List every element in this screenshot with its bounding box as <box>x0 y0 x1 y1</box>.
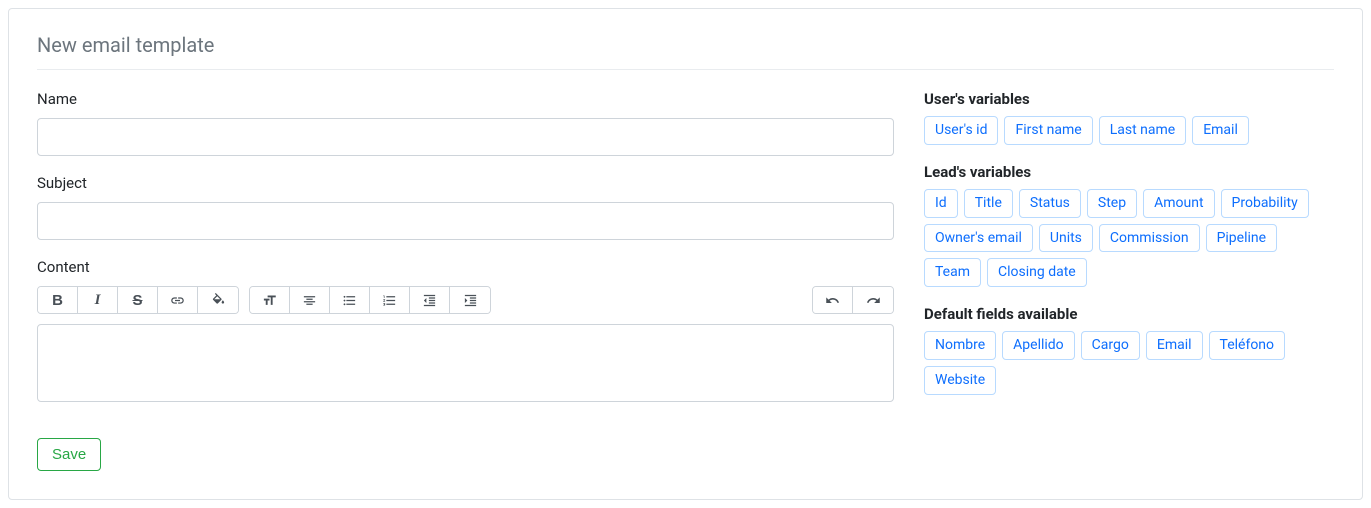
content-group: Content B I S <box>37 258 894 402</box>
default-fields-section: Default fields available Nombre Apellido… <box>924 305 1334 395</box>
align-icon <box>302 293 317 308</box>
indent-button[interactable] <box>450 287 490 313</box>
outdent-icon <box>422 293 437 308</box>
var-badge[interactable]: Commission <box>1099 224 1200 253</box>
name-group: Name <box>37 90 894 156</box>
var-badge[interactable]: Email <box>1192 116 1249 145</box>
form-column: Name Subject Content B I <box>37 90 894 471</box>
italic-button[interactable]: I <box>78 287 118 313</box>
link-icon <box>170 293 185 308</box>
var-badge[interactable]: Cargo <box>1081 331 1140 360</box>
var-badge[interactable]: Title <box>964 189 1013 218</box>
list-ul-icon <box>342 293 357 308</box>
default-fields-heading: Default fields available <box>924 305 1334 323</box>
fontsize-button[interactable] <box>250 287 290 313</box>
var-badge[interactable]: Id <box>924 189 958 218</box>
lead-variables-section: Lead's variables Id Title Status Step Am… <box>924 163 1334 287</box>
page-title: New email template <box>37 33 1334 57</box>
content-label: Content <box>37 258 894 276</box>
content-editor[interactable] <box>37 324 894 402</box>
var-badge[interactable]: User's id <box>924 116 998 145</box>
var-badge[interactable]: Teléfono <box>1209 331 1286 360</box>
var-badge[interactable]: Step <box>1087 189 1137 218</box>
var-badge[interactable]: Email <box>1146 331 1203 360</box>
main-row: Name Subject Content B I <box>37 90 1334 471</box>
var-badge[interactable]: Team <box>924 258 981 287</box>
var-badge[interactable]: Units <box>1039 224 1093 253</box>
var-badge[interactable]: Closing date <box>987 258 1087 287</box>
bold-button[interactable]: B <box>38 287 78 313</box>
divider <box>37 69 1334 70</box>
default-fields-list: Nombre Apellido Cargo Email Teléfono Web… <box>924 331 1334 395</box>
user-variables-section: User's variables User's id First name La… <box>924 90 1334 145</box>
save-button[interactable]: Save <box>37 438 101 471</box>
variables-column: User's variables User's id First name La… <box>924 90 1334 471</box>
subject-group: Subject <box>37 174 894 240</box>
indent-icon <box>463 293 478 308</box>
undo-button[interactable] <box>813 287 853 313</box>
var-badge[interactable]: Owner's email <box>924 224 1033 253</box>
ul-button[interactable] <box>330 287 370 313</box>
list-ol-icon <box>382 293 397 308</box>
var-badge[interactable]: Pipeline <box>1206 224 1278 253</box>
paint-button[interactable] <box>198 287 238 313</box>
redo-icon <box>866 293 881 308</box>
strikethrough-button[interactable]: S <box>118 287 158 313</box>
link-button[interactable] <box>158 287 198 313</box>
lead-variables-list: Id Title Status Step Amount Probability … <box>924 189 1334 287</box>
redo-button[interactable] <box>853 287 893 313</box>
user-variables-heading: User's variables <box>924 90 1334 108</box>
name-input[interactable] <box>37 118 894 156</box>
paint-bucket-icon <box>211 293 226 308</box>
undo-icon <box>825 293 840 308</box>
editor-toolbar: B I S <box>37 286 894 314</box>
subject-label: Subject <box>37 174 894 192</box>
toolbar-group-format: B I S <box>37 286 239 314</box>
var-badge[interactable]: Last name <box>1099 116 1186 145</box>
toolbar-group-history <box>812 286 894 314</box>
var-badge[interactable]: Status <box>1019 189 1081 218</box>
var-badge[interactable]: First name <box>1004 116 1092 145</box>
var-badge[interactable]: Amount <box>1143 189 1214 218</box>
lead-variables-heading: Lead's variables <box>924 163 1334 181</box>
name-label: Name <box>37 90 894 108</box>
outdent-button[interactable] <box>410 287 450 313</box>
text-size-icon <box>262 293 277 308</box>
italic-icon: I <box>95 292 101 309</box>
var-badge[interactable]: Nombre <box>924 331 996 360</box>
var-badge[interactable]: Apellido <box>1002 331 1075 360</box>
strikethrough-icon: S <box>132 292 142 309</box>
var-badge[interactable]: Probability <box>1221 189 1309 218</box>
subject-input[interactable] <box>37 202 894 240</box>
bold-icon: B <box>52 292 63 309</box>
user-variables-list: User's id First name Last name Email <box>924 116 1334 145</box>
email-template-card: New email template Name Subject Content … <box>8 8 1363 500</box>
var-badge[interactable]: Website <box>924 366 996 395</box>
toolbar-group-paragraph <box>249 286 491 314</box>
ol-button[interactable] <box>370 287 410 313</box>
align-button[interactable] <box>290 287 330 313</box>
